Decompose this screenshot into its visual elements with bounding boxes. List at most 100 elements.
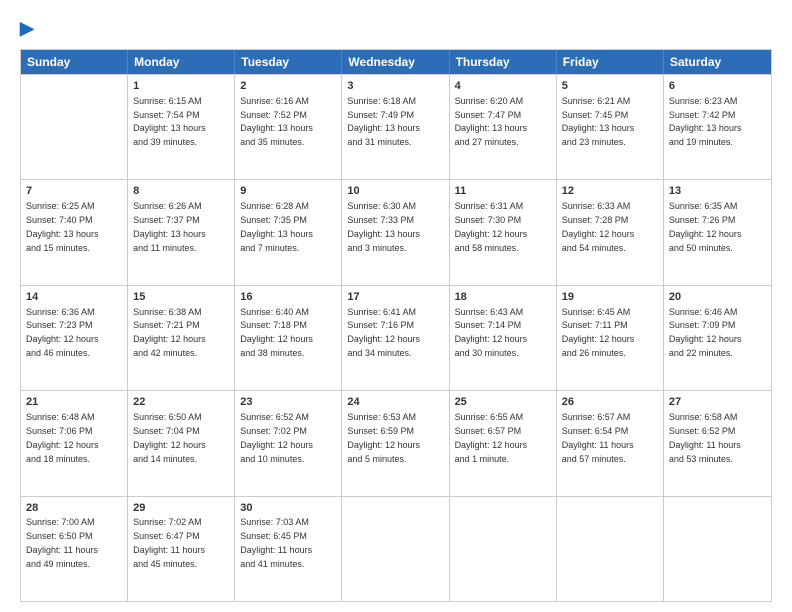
col-header-tuesday: Tuesday xyxy=(235,50,342,74)
day-number: 21 xyxy=(26,395,122,410)
cal-cell: 18 Sunrise: 6:43 AM Sunset: 7:14 PM Dayli… xyxy=(450,286,557,390)
day-info: Sunrise: 7:00 AM Sunset: 6:50 PM Dayligh… xyxy=(26,517,98,568)
cal-cell: 27 Sunrise: 6:58 AM Sunset: 6:52 PM Dayli… xyxy=(664,391,771,495)
day-number: 28 xyxy=(26,501,122,516)
day-number: 1 xyxy=(133,79,229,94)
day-number: 16 xyxy=(240,290,336,305)
col-header-saturday: Saturday xyxy=(664,50,771,74)
day-info: Sunrise: 6:16 AM Sunset: 7:52 PM Dayligh… xyxy=(240,96,313,147)
day-number: 25 xyxy=(455,395,551,410)
day-number: 14 xyxy=(26,290,122,305)
day-number: 2 xyxy=(240,79,336,94)
cal-cell: 5 Sunrise: 6:21 AM Sunset: 7:45 PM Daylig… xyxy=(557,75,664,179)
col-header-monday: Monday xyxy=(128,50,235,74)
cal-cell: 16Sunrise: 6:40 AM Sunset: 7:18 PM Dayli… xyxy=(235,286,342,390)
cal-cell xyxy=(21,75,128,179)
cal-cell: 20Sunrise: 6:46 AM Sunset: 7:09 PM Dayli… xyxy=(664,286,771,390)
cal-cell: 30Sunrise: 7:03 AM Sunset: 6:45 PM Dayli… xyxy=(235,497,342,601)
cal-cell: 3 Sunrise: 6:18 AM Sunset: 7:49 PM Daylig… xyxy=(342,75,449,179)
cal-cell: 8Sunrise: 6:26 AM Sunset: 7:37 PM Daylig… xyxy=(128,180,235,284)
day-number: 6 xyxy=(669,79,766,94)
day-info: Sunrise: 6:15 AM Sunset: 7:54 PM Dayligh… xyxy=(133,96,206,147)
cal-cell: 28Sunrise: 7:00 AM Sunset: 6:50 PM Dayli… xyxy=(21,497,128,601)
cal-cell: 25 Sunrise: 6:55 AM Sunset: 6:57 PM Dayli… xyxy=(450,391,557,495)
day-info: Sunrise: 6:31 AM Sunset: 7:30 PM Dayligh… xyxy=(455,201,528,252)
col-header-sunday: Sunday xyxy=(21,50,128,74)
day-info: Sunrise: 6:53 AM Sunset: 6:59 PM Dayligh… xyxy=(347,412,420,463)
day-number: 3 xyxy=(347,79,443,94)
day-info: Sunrise: 6:57 AM Sunset: 6:54 PM Dayligh… xyxy=(562,412,634,463)
day-number: 5 xyxy=(562,79,658,94)
cal-cell: 19Sunrise: 6:45 AM Sunset: 7:11 PM Dayli… xyxy=(557,286,664,390)
cal-cell xyxy=(450,497,557,601)
header: ▶ xyxy=(20,18,772,39)
day-info: Sunrise: 7:02 AM Sunset: 6:47 PM Dayligh… xyxy=(133,517,205,568)
cal-cell: 21 Sunrise: 6:48 AM Sunset: 7:06 PM Dayli… xyxy=(21,391,128,495)
cal-cell: 2 Sunrise: 6:16 AM Sunset: 7:52 PM Daylig… xyxy=(235,75,342,179)
cal-cell: 26 Sunrise: 6:57 AM Sunset: 6:54 PM Dayli… xyxy=(557,391,664,495)
cal-cell: 9 Sunrise: 6:28 AM Sunset: 7:35 PM Daylig… xyxy=(235,180,342,284)
cal-cell xyxy=(342,497,449,601)
day-number: 15 xyxy=(133,290,229,305)
cal-cell: 22Sunrise: 6:50 AM Sunset: 7:04 PM Dayli… xyxy=(128,391,235,495)
day-info: Sunrise: 6:35 AM Sunset: 7:26 PM Dayligh… xyxy=(669,201,742,252)
day-number: 26 xyxy=(562,395,658,410)
day-number: 18 xyxy=(455,290,551,305)
col-header-wednesday: Wednesday xyxy=(342,50,449,74)
day-info: Sunrise: 6:41 AM Sunset: 7:16 PM Dayligh… xyxy=(347,307,420,358)
day-number: 12 xyxy=(562,184,658,199)
day-info: Sunrise: 6:45 AM Sunset: 7:11 PM Dayligh… xyxy=(562,307,635,358)
cal-cell xyxy=(557,497,664,601)
cal-week-3: 14 Sunrise: 6:36 AM Sunset: 7:23 PM Dayli… xyxy=(21,285,771,390)
day-number: 9 xyxy=(240,184,336,199)
cal-cell: 24 Sunrise: 6:53 AM Sunset: 6:59 PM Dayli… xyxy=(342,391,449,495)
cal-cell: 12Sunrise: 6:33 AM Sunset: 7:28 PM Dayli… xyxy=(557,180,664,284)
day-info: Sunrise: 6:18 AM Sunset: 7:49 PM Dayligh… xyxy=(347,96,420,147)
cal-cell: 23Sunrise: 6:52 AM Sunset: 7:02 PM Dayli… xyxy=(235,391,342,495)
day-number: 20 xyxy=(669,290,766,305)
calendar-header: SundayMondayTuesdayWednesdayThursdayFrid… xyxy=(21,50,771,74)
day-info: Sunrise: 6:36 AM Sunset: 7:23 PM Dayligh… xyxy=(26,307,99,358)
day-info: Sunrise: 6:50 AM Sunset: 7:04 PM Dayligh… xyxy=(133,412,206,463)
cal-cell: 10 Sunrise: 6:30 AM Sunset: 7:33 PM Dayli… xyxy=(342,180,449,284)
cal-week-2: 7 Sunrise: 6:25 AM Sunset: 7:40 PM Daylig… xyxy=(21,179,771,284)
logo-blue-text: ▶ xyxy=(20,18,34,39)
day-info: Sunrise: 6:26 AM Sunset: 7:37 PM Dayligh… xyxy=(133,201,206,252)
logo: ▶ xyxy=(20,18,34,39)
day-info: Sunrise: 6:38 AM Sunset: 7:21 PM Dayligh… xyxy=(133,307,206,358)
col-header-thursday: Thursday xyxy=(450,50,557,74)
day-info: Sunrise: 6:52 AM Sunset: 7:02 PM Dayligh… xyxy=(240,412,313,463)
calendar-body: 1 Sunrise: 6:15 AM Sunset: 7:54 PM Daylig… xyxy=(21,74,771,601)
day-info: Sunrise: 6:28 AM Sunset: 7:35 PM Dayligh… xyxy=(240,201,313,252)
day-number: 11 xyxy=(455,184,551,199)
day-info: Sunrise: 6:21 AM Sunset: 7:45 PM Dayligh… xyxy=(562,96,635,147)
day-info: Sunrise: 6:48 AM Sunset: 7:06 PM Dayligh… xyxy=(26,412,99,463)
cal-week-1: 1 Sunrise: 6:15 AM Sunset: 7:54 PM Daylig… xyxy=(21,74,771,179)
cal-cell xyxy=(664,497,771,601)
day-info: Sunrise: 6:55 AM Sunset: 6:57 PM Dayligh… xyxy=(455,412,528,463)
day-info: Sunrise: 6:58 AM Sunset: 6:52 PM Dayligh… xyxy=(669,412,741,463)
cal-week-4: 21 Sunrise: 6:48 AM Sunset: 7:06 PM Dayli… xyxy=(21,390,771,495)
day-number: 24 xyxy=(347,395,443,410)
day-info: Sunrise: 7:03 AM Sunset: 6:45 PM Dayligh… xyxy=(240,517,312,568)
day-number: 29 xyxy=(133,501,229,516)
cal-cell: 14 Sunrise: 6:36 AM Sunset: 7:23 PM Dayli… xyxy=(21,286,128,390)
day-number: 7 xyxy=(26,184,122,199)
cal-cell: 17 Sunrise: 6:41 AM Sunset: 7:16 PM Dayli… xyxy=(342,286,449,390)
logo-top: ▶ xyxy=(20,18,34,39)
day-info: Sunrise: 6:43 AM Sunset: 7:14 PM Dayligh… xyxy=(455,307,528,358)
day-number: 17 xyxy=(347,290,443,305)
cal-cell: 1 Sunrise: 6:15 AM Sunset: 7:54 PM Daylig… xyxy=(128,75,235,179)
day-info: Sunrise: 6:25 AM Sunset: 7:40 PM Dayligh… xyxy=(26,201,99,252)
day-number: 27 xyxy=(669,395,766,410)
day-info: Sunrise: 6:20 AM Sunset: 7:47 PM Dayligh… xyxy=(455,96,528,147)
day-info: Sunrise: 6:23 AM Sunset: 7:42 PM Dayligh… xyxy=(669,96,742,147)
cal-cell: 7 Sunrise: 6:25 AM Sunset: 7:40 PM Daylig… xyxy=(21,180,128,284)
day-number: 13 xyxy=(669,184,766,199)
cal-cell: 6 Sunrise: 6:23 AM Sunset: 7:42 PM Daylig… xyxy=(664,75,771,179)
day-info: Sunrise: 6:30 AM Sunset: 7:33 PM Dayligh… xyxy=(347,201,420,252)
cal-week-5: 28Sunrise: 7:00 AM Sunset: 6:50 PM Dayli… xyxy=(21,496,771,601)
day-number: 30 xyxy=(240,501,336,516)
page: ▶ SundayMondayTuesdayWednesdayThursdayFr… xyxy=(0,0,792,612)
day-number: 10 xyxy=(347,184,443,199)
